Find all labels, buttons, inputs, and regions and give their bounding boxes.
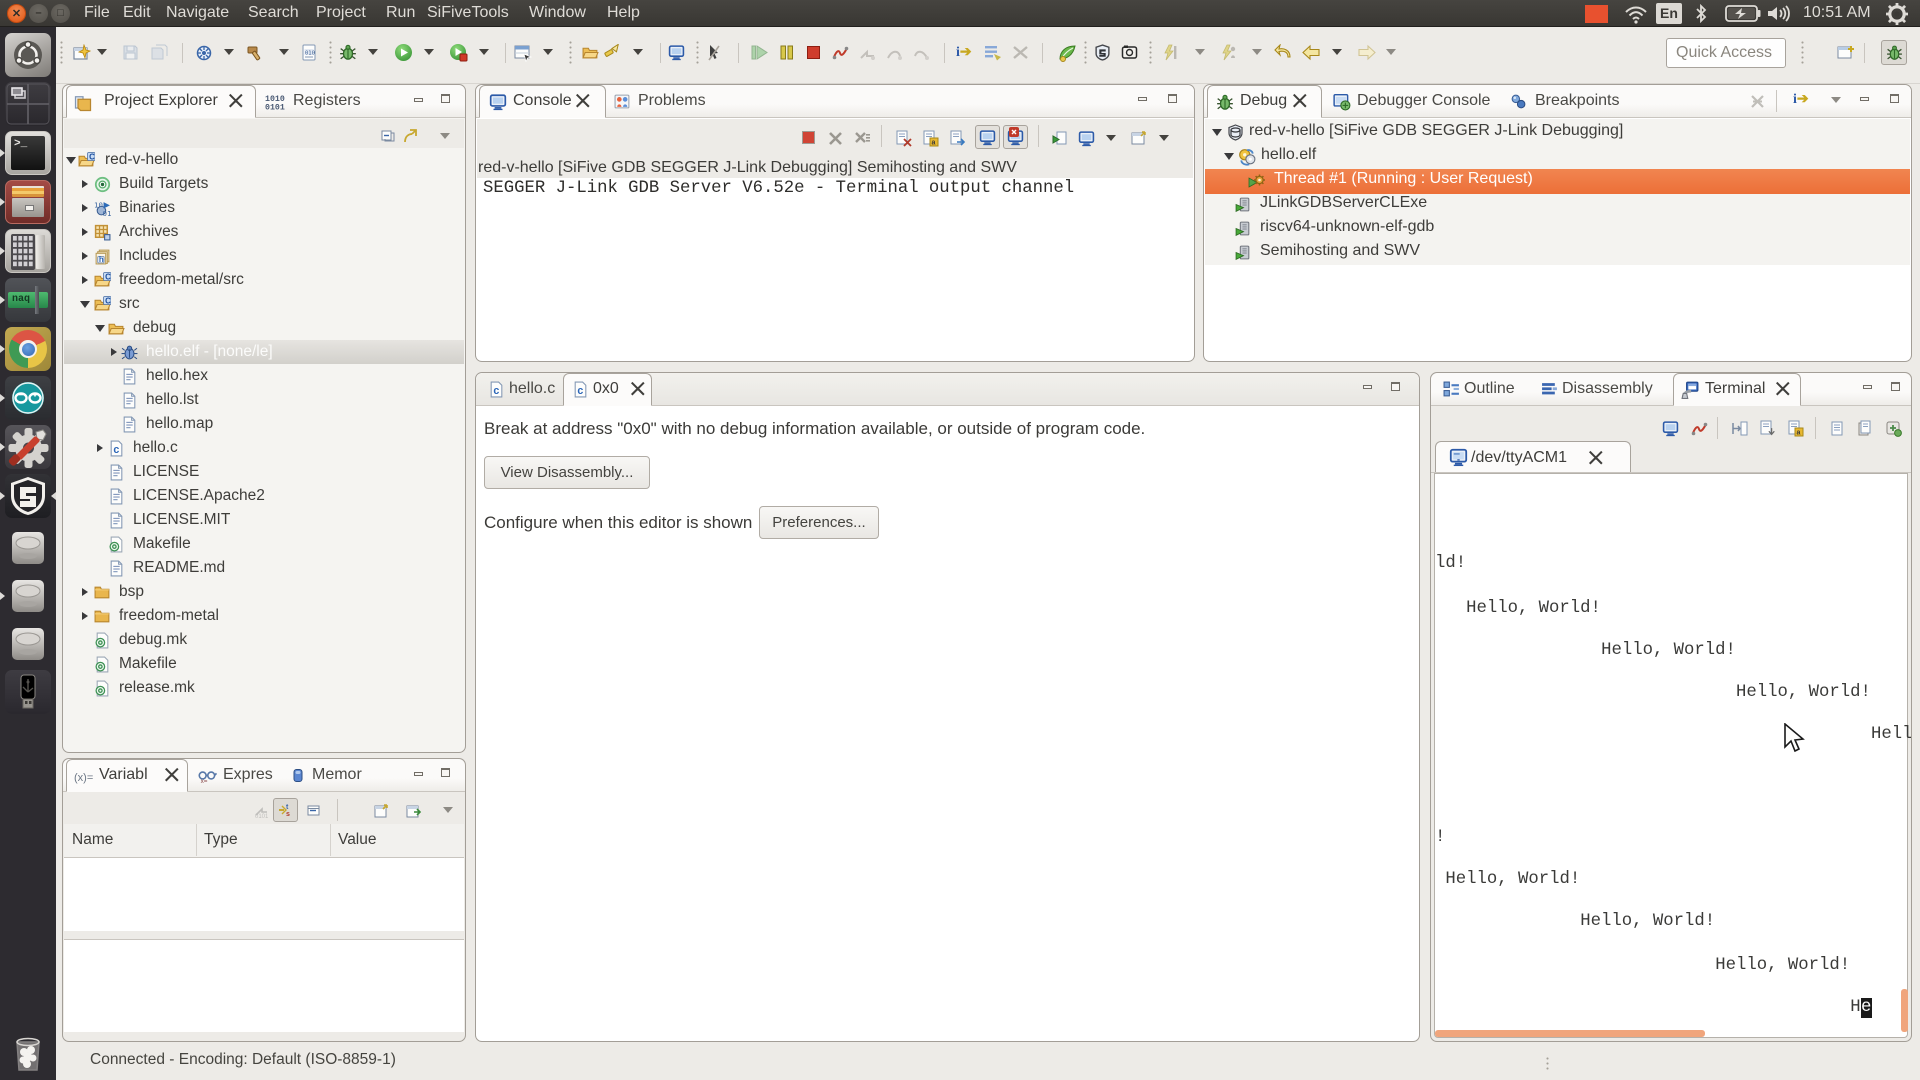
- svg-text:a: a: [932, 140, 936, 147]
- svg-text:010: 010: [305, 51, 315, 57]
- svg-text:t: t: [286, 804, 289, 811]
- svg-text:a: a: [1797, 430, 1801, 437]
- svg-text:s: s: [286, 811, 290, 818]
- svg-text:0101: 0101: [255, 814, 269, 819]
